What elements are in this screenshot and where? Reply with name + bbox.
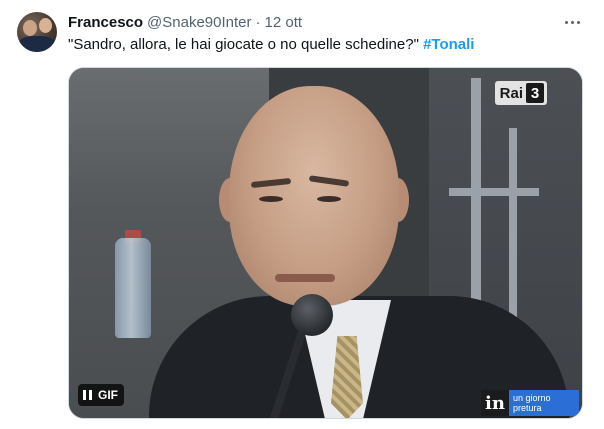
show-logo-line2: pretura bbox=[512, 403, 542, 413]
channel-logo-number: 3 bbox=[526, 83, 544, 103]
show-logo-label: un giorno pretura bbox=[508, 390, 579, 416]
gif-label: GIF bbox=[98, 388, 118, 402]
water-bottle bbox=[115, 238, 151, 338]
gif-media[interactable]: Rai 3 GIF in un giorno pretura bbox=[68, 67, 583, 419]
show-logo: in un giorno pretura bbox=[481, 390, 579, 416]
microphone bbox=[291, 294, 333, 336]
head bbox=[229, 86, 399, 306]
tweet-body: "Sandro, allora, le hai giocate o no que… bbox=[68, 36, 419, 53]
separator-dot: · bbox=[255, 13, 261, 31]
gif-badge[interactable]: GIF bbox=[78, 384, 124, 406]
pause-icon[interactable] bbox=[83, 390, 92, 400]
avatar[interactable] bbox=[17, 12, 57, 52]
tweet[interactable]: Francesco @Snake90Inter · 12 ott "Sandro… bbox=[0, 0, 604, 429]
hashtag-link[interactable]: #Tonali bbox=[423, 36, 474, 53]
show-logo-line1: un giorno bbox=[512, 393, 551, 403]
author-name[interactable]: Francesco bbox=[68, 14, 143, 31]
left-eye bbox=[259, 196, 283, 202]
more-options-icon[interactable] bbox=[560, 12, 584, 32]
background-pipe bbox=[449, 188, 539, 196]
channel-logo: Rai 3 bbox=[494, 81, 547, 105]
tweet-text: "Sandro, allora, le hai giocate o no que… bbox=[68, 36, 474, 53]
mouth bbox=[275, 274, 335, 282]
background-pipe bbox=[471, 78, 481, 328]
timestamp[interactable]: 12 ott bbox=[265, 14, 303, 31]
right-eye bbox=[317, 196, 341, 202]
channel-logo-prefix: Rai bbox=[499, 84, 523, 102]
background-pipe bbox=[509, 128, 517, 328]
tweet-header: Francesco @Snake90Inter · 12 ott bbox=[68, 13, 302, 31]
author-handle[interactable]: @Snake90Inter bbox=[147, 14, 251, 31]
show-logo-mark: in bbox=[485, 392, 505, 414]
